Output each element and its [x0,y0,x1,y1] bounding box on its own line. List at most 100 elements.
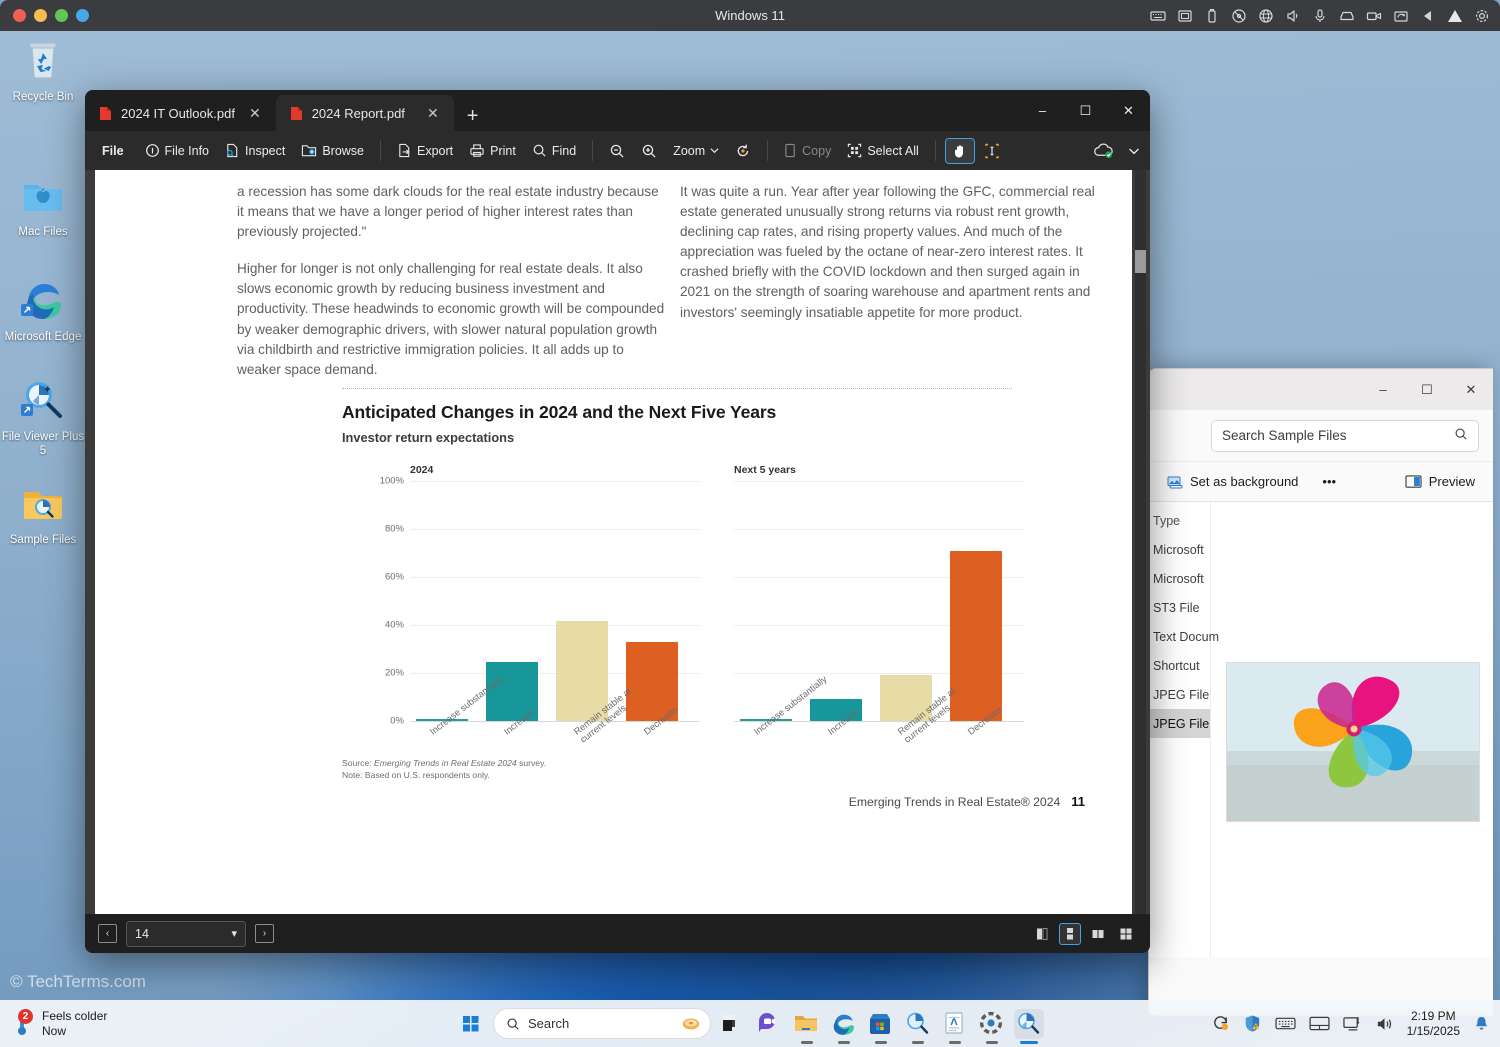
file-explorer-window[interactable]: – ☐ ✕ Search Sample Files Set as backgro… [1148,368,1493,1016]
taskbar-file-explorer-dark[interactable] [718,1009,748,1039]
volume-icon[interactable] [1375,1015,1394,1033]
touch-keyboard-icon[interactable] [1275,1015,1296,1032]
speaker-icon[interactable] [1285,8,1301,24]
pdf-viewer-window[interactable]: 2024 IT Outlook.pdf ✕ 2024 Report.pdf ✕ … [85,90,1150,953]
two-page-view-button[interactable] [1087,923,1109,945]
explorer-search-input[interactable]: Search Sample Files [1211,419,1479,452]
find-button[interactable]: Find [525,138,583,163]
settings-gear-icon[interactable] [1474,8,1490,24]
zoom-in-button[interactable] [634,138,664,164]
microphone-icon[interactable] [1312,8,1328,24]
continuous-scroll-view-button[interactable] [1059,922,1081,945]
column-header-type[interactable]: Type [1149,506,1210,535]
tab-2024-it-outlook[interactable]: 2024 IT Outlook.pdf ✕ [85,95,276,131]
export-button[interactable]: Export [390,138,460,163]
play-icon[interactable] [1420,8,1436,24]
shared-folder-icon[interactable] [1393,8,1409,24]
pdf-toolbar: File File Info Inspect Browse Export Pri… [85,131,1150,170]
network-icon[interactable] [1258,8,1274,24]
camera-icon[interactable] [1366,8,1382,24]
table-row-selected[interactable]: JPEG File [1149,709,1210,738]
explorer-close-button[interactable]: ✕ [1449,369,1493,410]
pdf-page-area[interactable]: a recession has some dark clouds for the… [85,170,1150,914]
refresh-icon[interactable] [1211,1014,1230,1033]
zoom-dropdown-button[interactable]: Zoom [666,139,726,163]
document-column-right: It was quite a run. Year after year foll… [680,182,1112,323]
usb-icon[interactable] [1204,8,1220,24]
keyboard-icon[interactable] [1150,8,1166,24]
display-cast-icon[interactable] [1342,1015,1362,1033]
defender-icon[interactable] [1243,1014,1262,1033]
desktop[interactable]: Recycle Bin Mac Files Microsoft Edge Fil… [0,31,1500,1047]
tab-2024-report[interactable]: 2024 Report.pdf ✕ [275,95,454,131]
harddisk-icon[interactable] [1339,8,1355,24]
display-icon[interactable] [1177,8,1193,24]
edge-icon [21,284,61,319]
desktop-icon-recycle-bin[interactable]: Recycle Bin [0,36,86,104]
previous-page-button[interactable]: ‹ [98,924,117,943]
set-as-background-button[interactable]: Set as background [1159,469,1306,495]
windows-taskbar[interactable]: 2 Feels colder Now Search 2:19 PM 1/15/2… [0,1000,1500,1047]
zoom-out-icon [610,144,624,157]
table-row[interactable]: ST3 File [1149,593,1210,622]
taskbar-search-input[interactable]: Search [493,1008,711,1039]
taskbar-chat[interactable] [755,1009,785,1039]
taskbar-microsoft-store[interactable] [866,1009,896,1039]
file-info-button[interactable]: File Info [138,138,216,163]
desktop-icon-sample-files[interactable]: Sample Files [0,479,86,547]
table-row[interactable]: Text Docum [1149,622,1219,651]
taskbar-clock[interactable]: 2:19 PM 1/15/2025 [1407,1009,1460,1039]
chevron-down-icon[interactable] [1128,145,1140,157]
select-area-button[interactable] [977,138,1007,164]
new-tab-button[interactable]: + [454,106,492,131]
cloud-sync-icon[interactable] [1093,142,1114,159]
tab-close-icon[interactable]: ✕ [244,105,266,122]
preview-button[interactable]: Preview [1397,469,1483,494]
pdf-maximize-button[interactable]: ☐ [1064,90,1107,131]
touchpad-icon[interactable] [1309,1015,1330,1032]
next-page-button[interactable]: › [255,924,274,943]
table-row[interactable]: JPEG File [1149,680,1210,709]
single-page-view-button[interactable] [1031,923,1053,945]
taskbar-file-explorer[interactable] [792,1009,822,1039]
taskbar-edge[interactable] [829,1009,859,1039]
pdf-scroll-thumb[interactable] [1135,250,1146,273]
print-button[interactable]: Print [462,138,523,163]
browse-button[interactable]: Browse [294,138,371,163]
table-row[interactable]: Shortcut [1149,651,1210,680]
explorer-minimize-button[interactable]: – [1361,369,1405,410]
table-row[interactable]: Microsoft [1149,564,1210,593]
disc-icon[interactable] [1231,8,1247,24]
inspect-button[interactable]: Inspect [218,138,292,163]
copilot-icon[interactable] [680,1013,702,1035]
bell-icon[interactable] [1473,1015,1490,1033]
rotate-button[interactable] [728,138,758,164]
taskbar-word-doc[interactable] [940,1009,970,1039]
pdf-vertical-scrollbar[interactable] [1135,170,1146,914]
pan-tool-button[interactable] [944,137,975,164]
chevron-down-icon[interactable]: ▾ [231,927,237,940]
clock-time: 2:19 PM [1410,1008,1456,1023]
taskbar-settings[interactable] [977,1009,1007,1039]
desktop-icon-file-viewer-plus[interactable]: File Viewer Plus 5 [0,376,86,458]
explorer-file-list[interactable]: Type Microsoft Microsoft ST3 File Text D… [1149,502,1493,957]
table-row[interactable]: Microsoft [1149,535,1210,564]
warning-icon[interactable] [1447,8,1463,24]
more-options-button[interactable]: ••• [1314,469,1344,494]
select-all-label: Select All [867,143,919,158]
grid-view-button[interactable] [1115,923,1137,945]
taskbar-search-magnifier[interactable] [903,1009,933,1039]
explorer-maximize-button[interactable]: ☐ [1405,369,1449,410]
page-number-input[interactable]: 14 ▾ [126,920,246,947]
tab-close-icon[interactable]: ✕ [422,105,444,122]
explorer-search-row: Search Sample Files [1149,410,1493,461]
start-button[interactable] [456,1009,486,1039]
zoom-out-button[interactable] [602,138,632,164]
desktop-icon-mac-files[interactable]: Mac Files [0,171,86,239]
pdf-minimize-button[interactable]: – [1021,90,1064,131]
desktop-icon-microsoft-edge[interactable]: Microsoft Edge [0,276,86,344]
select-all-button[interactable]: Select All [840,138,925,163]
file-menu-button[interactable]: File [95,139,136,163]
pdf-close-button[interactable]: ✕ [1107,90,1150,131]
taskbar-file-viewer-plus[interactable] [1014,1008,1044,1039]
